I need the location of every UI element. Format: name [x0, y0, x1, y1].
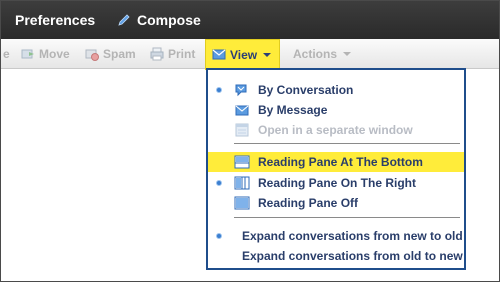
pane-off-icon	[234, 196, 250, 210]
view-icon	[212, 49, 226, 60]
selected-dot-icon	[216, 87, 222, 93]
actions-button[interactable]: Actions	[293, 39, 352, 69]
menu-item-reading-pane-bottom[interactable]: Reading Pane At The Bottom	[208, 152, 464, 172]
printer-icon	[150, 47, 164, 61]
view-button[interactable]: View	[205, 39, 281, 70]
view-dropdown-menu: By Conversation By Message Open in a sep…	[206, 68, 466, 270]
menu-item-by-message[interactable]: By Message	[208, 100, 464, 120]
print-button[interactable]: Print	[150, 39, 195, 69]
chevron-down-icon	[343, 52, 352, 56]
toolbar: e Move Spam Print View Actions	[1, 39, 499, 70]
menu-divider	[234, 217, 460, 218]
move-button[interactable]: Move	[21, 39, 70, 69]
envelope-icon	[235, 105, 249, 116]
toolbar-left-edge: e	[3, 47, 10, 61]
pane-bottom-icon	[234, 155, 250, 169]
menu-item-open-separate-window[interactable]: Open in a separate window	[208, 120, 464, 140]
menu-item-reading-pane-right[interactable]: Reading Pane On The Right	[208, 173, 464, 193]
spam-button[interactable]: Spam	[85, 39, 136, 69]
selected-dot-icon	[216, 233, 222, 239]
preferences-link[interactable]: Preferences	[15, 12, 95, 28]
menu-divider	[234, 143, 460, 144]
pane-right-icon	[234, 176, 250, 190]
selected-dot-icon	[216, 180, 222, 186]
menu-item-expand-old-to-new[interactable]: Expand conversations from old to new	[208, 246, 464, 266]
menu-item-reading-pane-off[interactable]: Reading Pane Off	[208, 193, 464, 213]
menu-item-by-conversation[interactable]: By Conversation	[208, 80, 464, 100]
menu-item-expand-new-to-old[interactable]: Expand conversations from new to old	[208, 226, 464, 246]
pencil-icon	[118, 14, 130, 26]
move-icon	[21, 49, 34, 59]
top-bar: Preferences Compose	[1, 1, 499, 39]
chevron-down-icon	[263, 53, 272, 57]
compose-link[interactable]: Compose	[137, 12, 201, 28]
conversation-icon	[235, 84, 247, 97]
spam-icon	[85, 49, 99, 61]
window-icon	[235, 123, 249, 137]
